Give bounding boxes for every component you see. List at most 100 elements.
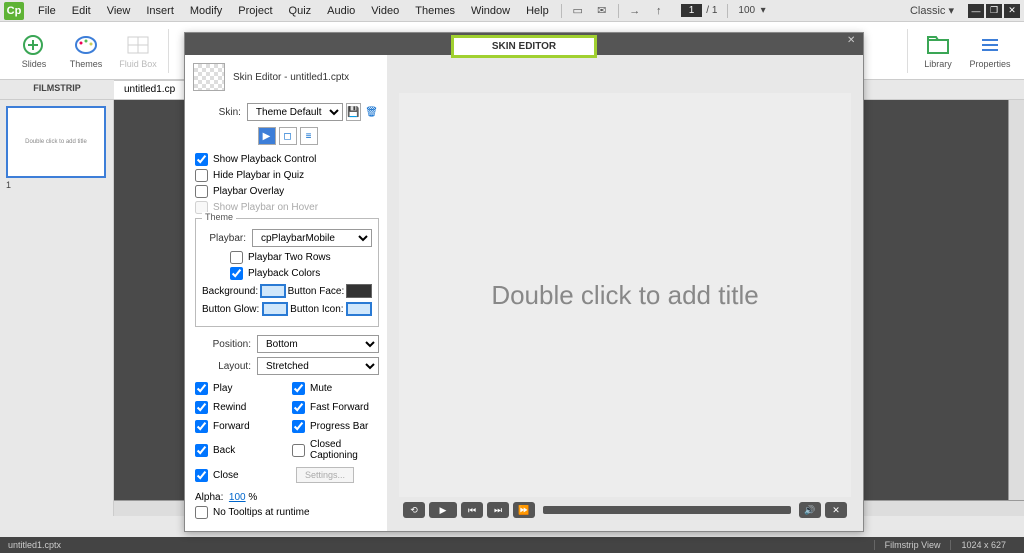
close-button[interactable]: ✕ <box>1004 4 1020 18</box>
menubar: Cp File Edit View Insert Modify Project … <box>0 0 1024 22</box>
ff-checkbox[interactable] <box>292 401 305 414</box>
menu-insert[interactable]: Insert <box>138 5 182 17</box>
play-icon[interactable]: ▶ <box>429 502 457 518</box>
filmstrip-panel: Double click to add title 1 <box>0 100 114 516</box>
separator <box>907 29 908 73</box>
menu-file[interactable]: File <box>30 5 64 17</box>
document-tab[interactable]: untitled1.cp <box>114 80 192 99</box>
delete-icon[interactable]: 🗑 <box>364 103 379 121</box>
cc-checkbox[interactable] <box>292 444 305 457</box>
preview-thumb-icon <box>193 63 225 91</box>
separator <box>727 4 728 18</box>
progress-bar[interactable] <box>543 506 791 514</box>
separator <box>168 29 169 73</box>
rewind-checkbox[interactable] <box>195 401 208 414</box>
alpha-value[interactable]: 100 <box>229 492 246 503</box>
skin-editor-dialog: SKIN EDITOR ✕ Skin Editor - untitled1.cp… <box>184 32 864 532</box>
hide-playbar-quiz-checkbox[interactable] <box>195 169 208 182</box>
plus-icon <box>20 33 48 57</box>
preview-playbar: ⟲ ▶ ⏮ ⏭ ⏩ 🔊 ✕ <box>399 499 851 521</box>
status-file: untitled1.cptx <box>8 540 61 550</box>
back-checkbox[interactable] <box>195 444 208 457</box>
menu-icon <box>976 33 1004 57</box>
page-current[interactable]: 1 <box>681 4 703 17</box>
skin-label: Skin: <box>193 107 241 118</box>
preview-canvas: Double click to add title <box>399 93 851 497</box>
app-logo: Cp <box>4 2 24 20</box>
menu-help[interactable]: Help <box>518 5 557 17</box>
menu-view[interactable]: View <box>99 5 139 17</box>
dialog-title: SKIN EDITOR <box>451 35 597 58</box>
preview-icon[interactable]: ▭ <box>570 3 586 19</box>
editor-header: Skin Editor - untitled1.cptx <box>233 72 349 83</box>
border-mode-icon[interactable]: ◻ <box>279 127 297 145</box>
skin-select[interactable]: Theme Default <box>247 103 343 121</box>
no-tooltips-checkbox[interactable] <box>195 506 208 519</box>
page-indicator: 1 / 1 <box>677 4 718 17</box>
rewind-icon[interactable]: ⟲ <box>403 502 425 518</box>
play-checkbox[interactable] <box>195 382 208 395</box>
save-icon[interactable]: 💾 <box>346 103 361 121</box>
two-rows-checkbox[interactable] <box>230 251 243 264</box>
exit-icon[interactable]: ✕ <box>825 502 847 518</box>
maximize-button[interactable]: ❐ <box>986 4 1002 18</box>
menu-quiz[interactable]: Quiz <box>281 5 320 17</box>
fluidbox-button[interactable]: Fluid Box <box>114 26 162 76</box>
slide-number: 1 <box>6 180 107 190</box>
minimize-button[interactable]: — <box>968 4 984 18</box>
theme-fieldset: Theme Playbar:cpPlaybarMobile Playbar Tw… <box>195 218 379 327</box>
slide-thumbnail[interactable]: Double click to add title <box>6 106 106 178</box>
properties-button[interactable]: Properties <box>966 26 1014 76</box>
mute-icon[interactable]: 🔊 <box>799 502 821 518</box>
status-view: Filmstrip View <box>874 540 951 550</box>
workspace-dropdown[interactable]: Classic ▾ <box>904 4 960 17</box>
menu-video[interactable]: Video <box>363 5 407 17</box>
menu-audio[interactable]: Audio <box>319 5 363 17</box>
buttonface-swatch[interactable] <box>346 284 372 298</box>
show-playback-checkbox[interactable] <box>195 153 208 166</box>
forward-checkbox[interactable] <box>195 420 208 433</box>
library-button[interactable]: Library <box>914 26 962 76</box>
ff-icon[interactable]: ⏩ <box>513 502 535 518</box>
playbar-mode-icon[interactable]: ▶ <box>258 127 276 145</box>
position-select[interactable]: Bottom <box>257 335 379 353</box>
statusbar: untitled1.cptx Filmstrip View 1024 x 627 <box>0 537 1024 553</box>
close-checkbox[interactable] <box>195 469 208 482</box>
slides-button[interactable]: Slides <box>10 26 58 76</box>
themes-button[interactable]: Themes <box>62 26 110 76</box>
separator <box>618 4 619 18</box>
background-swatch[interactable] <box>260 284 286 298</box>
palette-icon <box>72 33 100 57</box>
menu-project[interactable]: Project <box>230 5 280 17</box>
menu-modify[interactable]: Modify <box>182 5 230 17</box>
menu-themes[interactable]: Themes <box>407 5 463 17</box>
playback-colors-checkbox[interactable] <box>230 267 243 280</box>
skin-controls-panel: Skin Editor - untitled1.cptx Skin: Theme… <box>185 55 387 531</box>
mute-checkbox[interactable] <box>292 382 305 395</box>
playbar-overlay-checkbox[interactable] <box>195 185 208 198</box>
buttonicon-swatch[interactable] <box>346 302 372 316</box>
menu-edit[interactable]: Edit <box>64 5 99 17</box>
prev-icon[interactable]: → <box>627 3 643 19</box>
dialog-close-icon[interactable]: ✕ <box>847 35 859 47</box>
separator <box>561 4 562 18</box>
folder-icon <box>924 33 952 57</box>
toc-mode-icon[interactable]: ≡ <box>300 127 318 145</box>
window-controls: — ❐ ✕ <box>966 4 1020 18</box>
scrollbar-vertical[interactable] <box>1008 100 1024 500</box>
grid-icon <box>124 33 152 57</box>
status-dims: 1024 x 627 <box>950 540 1016 550</box>
dialog-titlebar[interactable]: SKIN EDITOR ✕ <box>185 33 863 55</box>
publish-icon[interactable]: ✉ <box>594 3 610 19</box>
zoom-indicator[interactable]: 100 ▾ <box>738 5 765 16</box>
menu-window[interactable]: Window <box>463 5 518 17</box>
back-icon[interactable]: ⏮ <box>461 502 483 518</box>
playbar-select[interactable]: cpPlaybarMobile <box>252 229 372 247</box>
progress-checkbox[interactable] <box>292 420 305 433</box>
layout-select[interactable]: Stretched <box>257 357 379 375</box>
next-icon[interactable]: ↑ <box>651 3 667 19</box>
forward-icon[interactable]: ⏭ <box>487 502 509 518</box>
settings-button: Settings... <box>296 467 354 483</box>
buttonglow-swatch[interactable] <box>262 302 288 316</box>
skin-preview-panel: Double click to add title ⟲ ▶ ⏮ ⏭ ⏩ 🔊 ✕ <box>387 55 863 531</box>
